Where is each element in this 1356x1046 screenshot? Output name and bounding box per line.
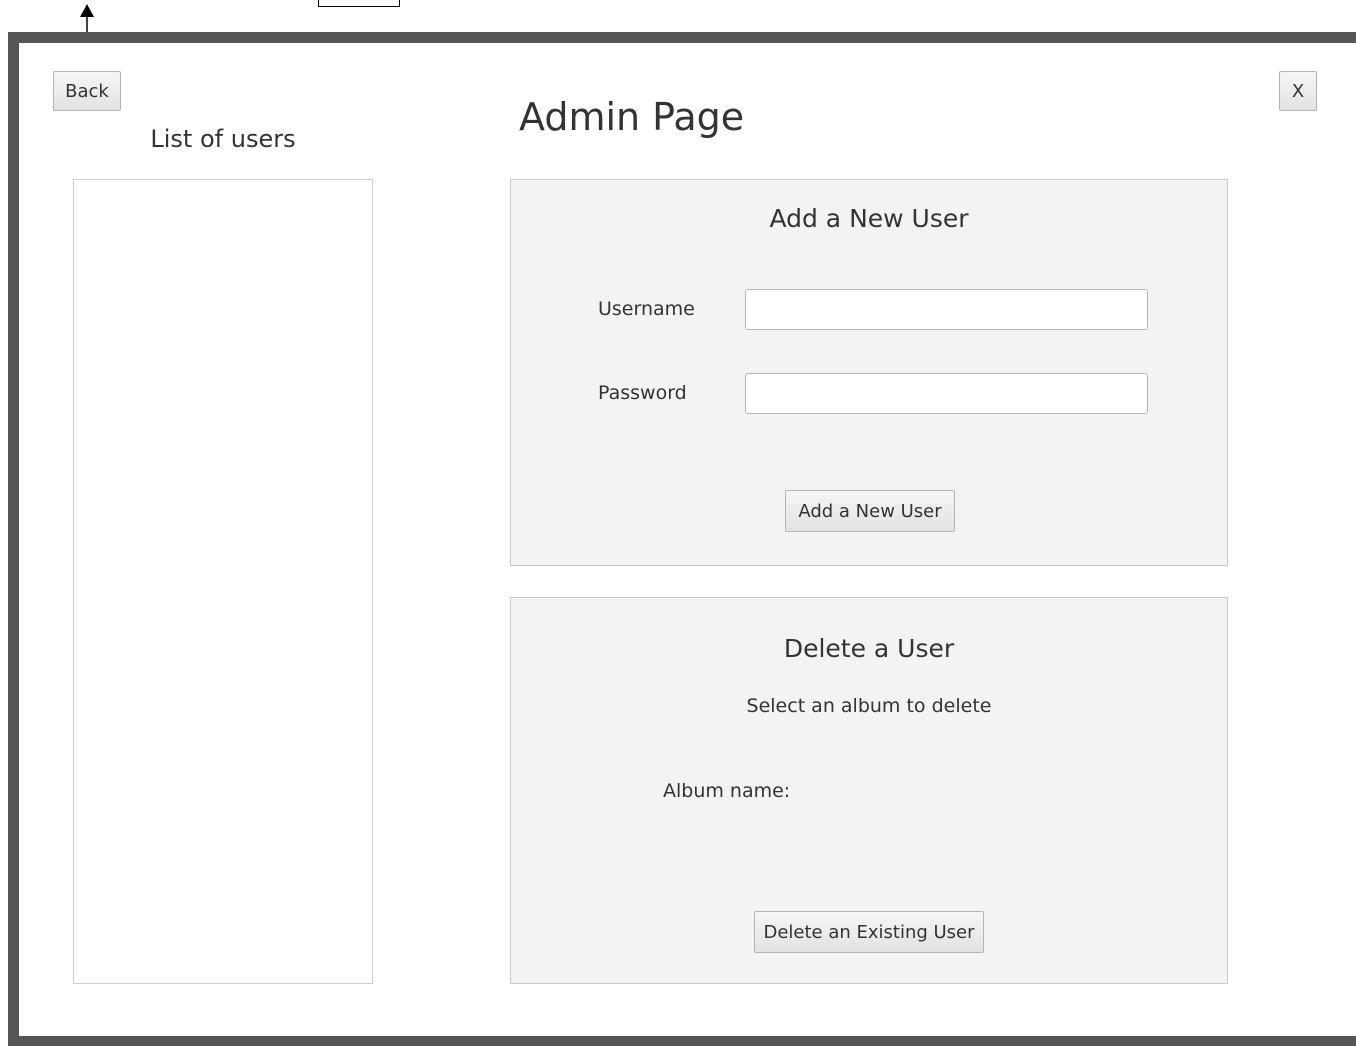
admin-window: Back X Admin Page List of users Add a Ne… [19, 43, 1356, 1036]
album-name-label: Album name: [663, 780, 791, 802]
user-list[interactable] [73, 179, 373, 984]
add-user-panel: Add a New User Username Password Add a N… [510, 179, 1228, 566]
delete-user-button[interactable]: Delete an Existing User [754, 911, 984, 953]
username-input[interactable] [745, 289, 1148, 330]
username-label: Username [598, 298, 695, 320]
close-button[interactable]: X [1279, 71, 1317, 111]
add-user-button[interactable]: Add a New User [785, 490, 955, 532]
page: Back X Admin Page List of users Add a Ne… [0, 0, 1356, 1046]
delete-user-title: Delete a User [783, 634, 955, 663]
delete-user-subtitle: Select an album to delete [746, 695, 992, 717]
add-user-title: Add a New User [769, 204, 969, 233]
user-list-title: List of users [150, 125, 296, 153]
password-input[interactable] [745, 373, 1148, 414]
page-title: Admin Page [519, 95, 745, 139]
delete-user-panel: Delete a User Select an album to delete … [510, 597, 1228, 984]
back-button[interactable]: Back [53, 71, 121, 111]
annotation-box [318, 0, 400, 7]
password-label: Password [598, 382, 687, 404]
annotation-arrowhead-icon [80, 4, 94, 17]
